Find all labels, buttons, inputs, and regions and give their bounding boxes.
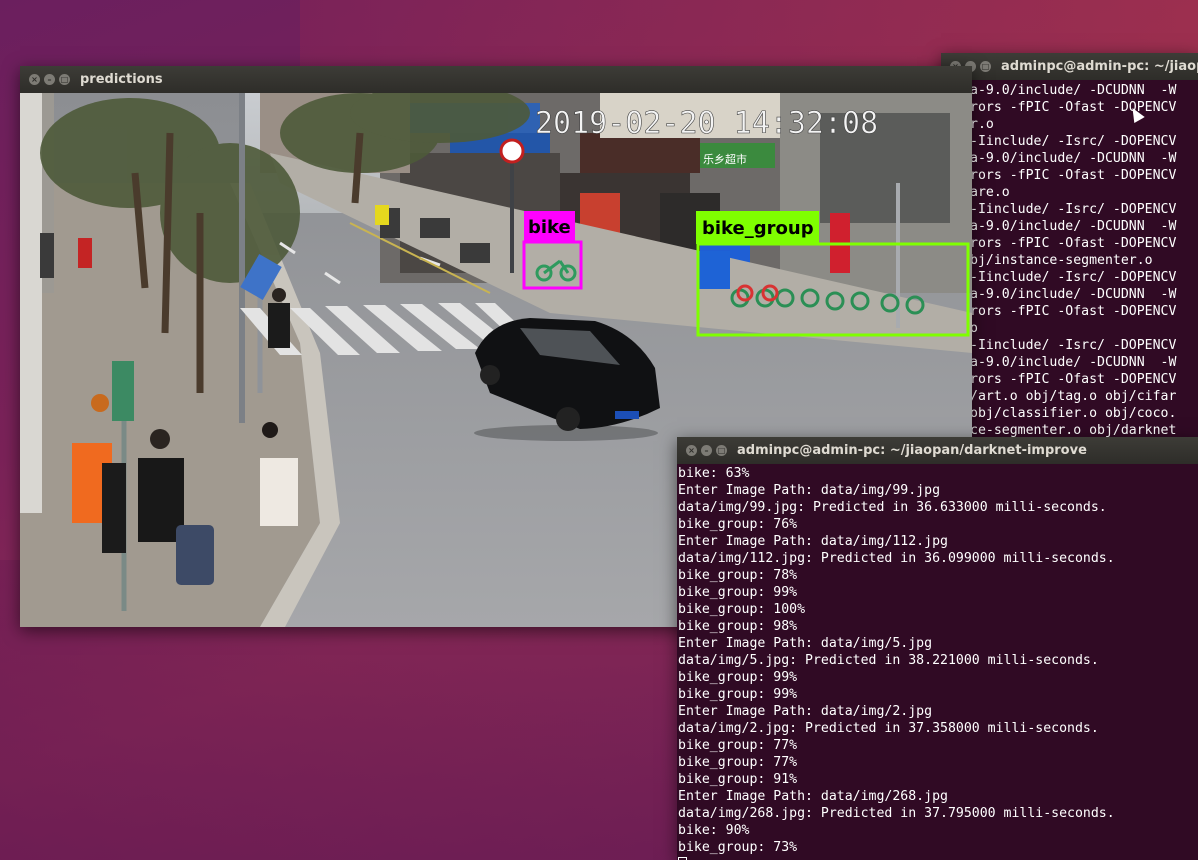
- terminal-line: -Iinclude/ -Isrc/ -DOPENCV: [970, 134, 1177, 149]
- front-terminal-title: adminpc@admin-pc: ~/jiaopan/darknet-impr…: [737, 443, 1087, 458]
- back-terminal-title: adminpc@admin-pc: ~/jiaopan/darknet-impr…: [1001, 59, 1198, 74]
- terminal-cursor: [678, 856, 1198, 860]
- terminal-line: rors -fPIC -Ofast -DOPENCV: [970, 304, 1177, 319]
- terminal-line: bike_group: 76%: [678, 517, 798, 532]
- terminal-line: r.o: [970, 117, 994, 132]
- terminal-line: -Iinclude/ -Isrc/ -DOPENCV: [970, 270, 1177, 285]
- bike-group-label: bike_group: [702, 218, 814, 239]
- terminal-line: data/img/5.jpg: Predicted in 38.221000 m…: [678, 653, 1099, 668]
- shop-sign-text: 乐乡超市: [703, 152, 747, 166]
- terminal-line: a-9.0/include/ -DCUDNN -W: [970, 287, 1177, 302]
- terminal-line: data/img/112.jpg: Predicted in 36.099000…: [678, 551, 1115, 566]
- terminal-line: obj/classifier.o obj/coco.: [970, 406, 1177, 421]
- terminal-line: -Iinclude/ -Isrc/ -DOPENCV: [970, 202, 1177, 217]
- terminal-line: Enter Image Path: data/img/99.jpg: [678, 483, 941, 498]
- terminal-line: rors -fPIC -Ofast -DOPENCV: [970, 372, 1177, 387]
- terminal-line: bike_group: 91%: [678, 772, 798, 787]
- back-terminal-window[interactable]: × – □ adminpc@admin-pc: ~/jiaopan/darkne…: [941, 53, 1198, 453]
- front-terminal-output[interactable]: bike: 63% Enter Image Path: data/img/99.j…: [677, 464, 1198, 860]
- close-icon[interactable]: ×: [29, 74, 40, 85]
- close-icon[interactable]: ×: [686, 445, 697, 456]
- terminal-line: are.o: [970, 185, 1010, 200]
- terminal-line: rors -fPIC -Ofast -DOPENCV: [970, 236, 1177, 251]
- terminal-line: rors -fPIC -Ofast -DOPENCV: [970, 168, 1177, 183]
- maximize-icon[interactable]: □: [716, 445, 727, 456]
- terminal-line: bj/instance-segmenter.o: [970, 253, 1153, 268]
- terminal-line: bike_group: 99%: [678, 687, 798, 702]
- terminal-line: data/img/99.jpg: Predicted in 36.633000 …: [678, 500, 1107, 515]
- terminal-line: o: [970, 321, 978, 336]
- terminal-line: a-9.0/include/ -DCUDNN -W: [970, 151, 1177, 166]
- terminal-line: -Iinclude/ -Isrc/ -DOPENCV: [970, 338, 1177, 353]
- terminal-line: bike: 90%: [678, 823, 750, 838]
- maximize-icon[interactable]: □: [59, 74, 70, 85]
- terminal-line: a-9.0/include/ -DCUDNN -W: [970, 83, 1177, 98]
- terminal-line: Enter Image Path: data/img/2.jpg: [678, 704, 933, 719]
- terminal-line: bike_group: 98%: [678, 619, 798, 634]
- camera-timestamp: 2019-02-20 14:32:08: [535, 106, 878, 141]
- minimize-icon[interactable]: –: [701, 445, 712, 456]
- terminal-line: bike_group: 99%: [678, 585, 798, 600]
- terminal-line: a-9.0/include/ -DCUDNN -W: [970, 355, 1177, 370]
- terminal-line: bike_group: 77%: [678, 755, 798, 770]
- terminal-line: Enter Image Path: data/img/5.jpg: [678, 636, 933, 651]
- terminal-line: data/img/2.jpg: Predicted in 37.358000 m…: [678, 721, 1099, 736]
- back-terminal-titlebar[interactable]: × – □ adminpc@admin-pc: ~/jiaopan/darkne…: [941, 53, 1198, 80]
- terminal-line: Enter Image Path: data/img/112.jpg: [678, 534, 948, 549]
- cursor-block: [678, 856, 687, 860]
- minimize-icon[interactable]: –: [44, 74, 55, 85]
- terminal-line: /art.o obj/tag.o obj/cifar: [970, 389, 1177, 404]
- front-terminal-titlebar[interactable]: × – □ adminpc@admin-pc: ~/jiaopan/darkne…: [677, 437, 1198, 464]
- terminal-line: Enter Image Path: data/img/268.jpg: [678, 789, 948, 804]
- predictions-titlebar[interactable]: × – □ predictions: [20, 66, 972, 93]
- bike-label: bike: [528, 217, 571, 238]
- maximize-icon[interactable]: □: [980, 61, 991, 72]
- terminal-line: data/img/268.jpg: Predicted in 37.795000…: [678, 806, 1115, 821]
- back-terminal-output[interactable]: a-9.0/include/ -DCUDNN -W rors -fPIC -Ofa…: [941, 80, 1198, 439]
- terminal-line: rors -fPIC -Ofast -DOPENCV: [970, 100, 1177, 115]
- terminal-line: bike_group: 78%: [678, 568, 798, 583]
- terminal-line: bike_group: 73%: [678, 840, 798, 855]
- terminal-line: bike_group: 77%: [678, 738, 798, 753]
- terminal-line: bike_group: 100%: [678, 602, 806, 617]
- front-terminal-window[interactable]: × – □ adminpc@admin-pc: ~/jiaopan/darkne…: [677, 437, 1198, 860]
- terminal-line: a-9.0/include/ -DCUDNN -W: [970, 219, 1177, 234]
- terminal-line: bike: 63%: [678, 466, 750, 481]
- terminal-line: bike_group: 99%: [678, 670, 798, 685]
- predictions-title: predictions: [80, 72, 163, 87]
